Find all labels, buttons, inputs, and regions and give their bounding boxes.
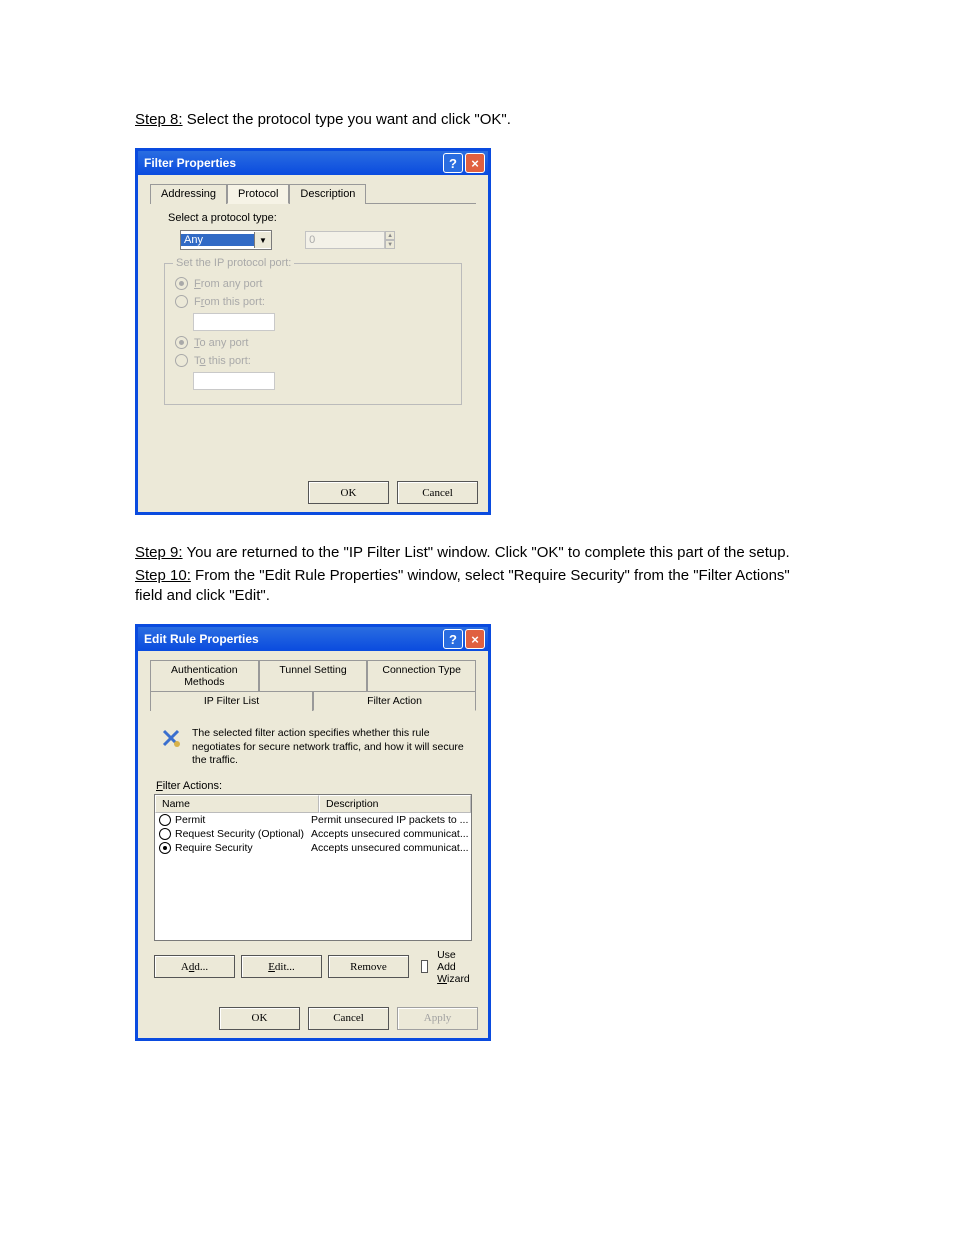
edit-button[interactable]: Edit... (241, 955, 322, 978)
from-any-label: From any port (194, 278, 262, 290)
tab-protocol[interactable]: Protocol (227, 184, 289, 204)
to-any-label: To any port (194, 337, 248, 349)
tab-ip-filter-list[interactable]: IP Filter List (150, 691, 313, 711)
protocol-type-select[interactable]: Any ▼ (180, 230, 272, 250)
dropdown-arrow-icon: ▼ (254, 232, 271, 248)
use-add-wizard-checkbox[interactable] (421, 960, 428, 973)
use-add-wizard-label: Use Add Wizard (437, 949, 472, 985)
step8-label: Step 8: (135, 111, 183, 128)
tab-tunnel-setting[interactable]: Tunnel Setting (259, 660, 368, 691)
dialog-title: Filter Properties (144, 156, 441, 170)
list-item[interactable]: Request Security (Optional) Accepts unse… (155, 827, 471, 841)
row-name: Request Security (Optional) (175, 828, 304, 840)
edit-rule-properties-dialog: Edit Rule Properties ? × Authentication … (135, 624, 491, 1041)
radio-icon (159, 814, 171, 826)
list-item[interactable]: Permit Permit unsecured IP packets to ..… (155, 813, 471, 827)
spin-up-icon: ▲ (385, 231, 395, 240)
filter-actions-label: Filter Actions: (156, 780, 476, 792)
row-name: Require Security (175, 842, 253, 854)
radio-icon (159, 828, 171, 840)
col-header-description[interactable]: Description (319, 795, 471, 813)
step10-text: From the "Edit Rule Properties" window, … (135, 567, 790, 604)
help-button[interactable]: ? (443, 153, 463, 173)
port-groupbox: Set the IP protocol port: From any port … (164, 263, 462, 405)
from-this-label: From this port: (194, 296, 265, 308)
from-port-input (193, 313, 275, 331)
list-item[interactable]: Require Security Accepts unsecured commu… (155, 841, 471, 855)
spin-down-icon: ▼ (385, 240, 395, 249)
step9-label: Step 9: (135, 544, 183, 561)
ok-button[interactable]: OK (219, 1007, 300, 1030)
cancel-button[interactable]: Cancel (397, 481, 478, 504)
port-group-legend: Set the IP protocol port: (173, 257, 294, 269)
tab-filter-action[interactable]: Filter Action (313, 691, 476, 711)
row-name: Permit (175, 814, 205, 826)
close-button[interactable]: × (465, 153, 485, 173)
protocol-number-spinner: ▲ ▼ (305, 231, 395, 249)
filter-properties-dialog: Filter Properties ? × Addressing Protoco… (135, 148, 491, 515)
row-desc: Accepts unsecured communicat... (309, 842, 471, 854)
titlebar: Filter Properties ? × (138, 151, 488, 175)
radio-icon (159, 842, 171, 854)
col-header-name[interactable]: Name (155, 795, 319, 813)
dialog-title: Edit Rule Properties (144, 632, 441, 646)
add-button[interactable]: Add... (154, 955, 235, 978)
step10-label: Step 10: (135, 567, 191, 584)
to-port-input (193, 372, 275, 390)
titlebar: Edit Rule Properties ? × (138, 627, 488, 651)
filter-actions-list[interactable]: Name Description Permit Permit unsecured… (154, 794, 472, 941)
protocol-number-input (305, 231, 385, 249)
tab-description[interactable]: Description (289, 184, 366, 204)
tab-auth-methods[interactable]: Authentication Methods (150, 660, 259, 691)
tab-connection-type[interactable]: Connection Type (367, 660, 476, 691)
help-button[interactable]: ? (443, 629, 463, 649)
tab-row: Addressing Protocol Description (150, 183, 476, 204)
row-desc: Accepts unsecured communicat... (309, 828, 471, 840)
cancel-button[interactable]: Cancel (308, 1007, 389, 1030)
row-desc: Permit unsecured IP packets to ... (309, 814, 471, 826)
close-button[interactable]: × (465, 629, 485, 649)
step8-paragraph: Step 8: Select the protocol type you wan… (135, 110, 819, 130)
filter-action-icon (160, 727, 182, 749)
step9-text: You are returned to the "IP Filter List"… (183, 544, 790, 561)
apply-button: Apply (397, 1007, 478, 1030)
step9-paragraph: Step 9: You are returned to the "IP Filt… (135, 543, 819, 563)
protocol-type-value: Any (181, 234, 254, 246)
remove-button[interactable]: Remove (328, 955, 409, 978)
protocol-type-label: Select a protocol type: (168, 212, 476, 224)
radio-to-any (175, 336, 188, 349)
radio-to-this (175, 354, 188, 367)
radio-from-any (175, 277, 188, 290)
radio-from-this (175, 295, 188, 308)
step10-paragraph: Step 10: From the "Edit Rule Properties"… (135, 566, 819, 607)
info-text: The selected filter action specifies whe… (192, 727, 472, 768)
tab-addressing[interactable]: Addressing (150, 184, 227, 204)
to-this-label: To this port: (194, 355, 251, 367)
step8-text: Select the protocol type you want and cl… (183, 111, 511, 128)
ok-button[interactable]: OK (308, 481, 389, 504)
